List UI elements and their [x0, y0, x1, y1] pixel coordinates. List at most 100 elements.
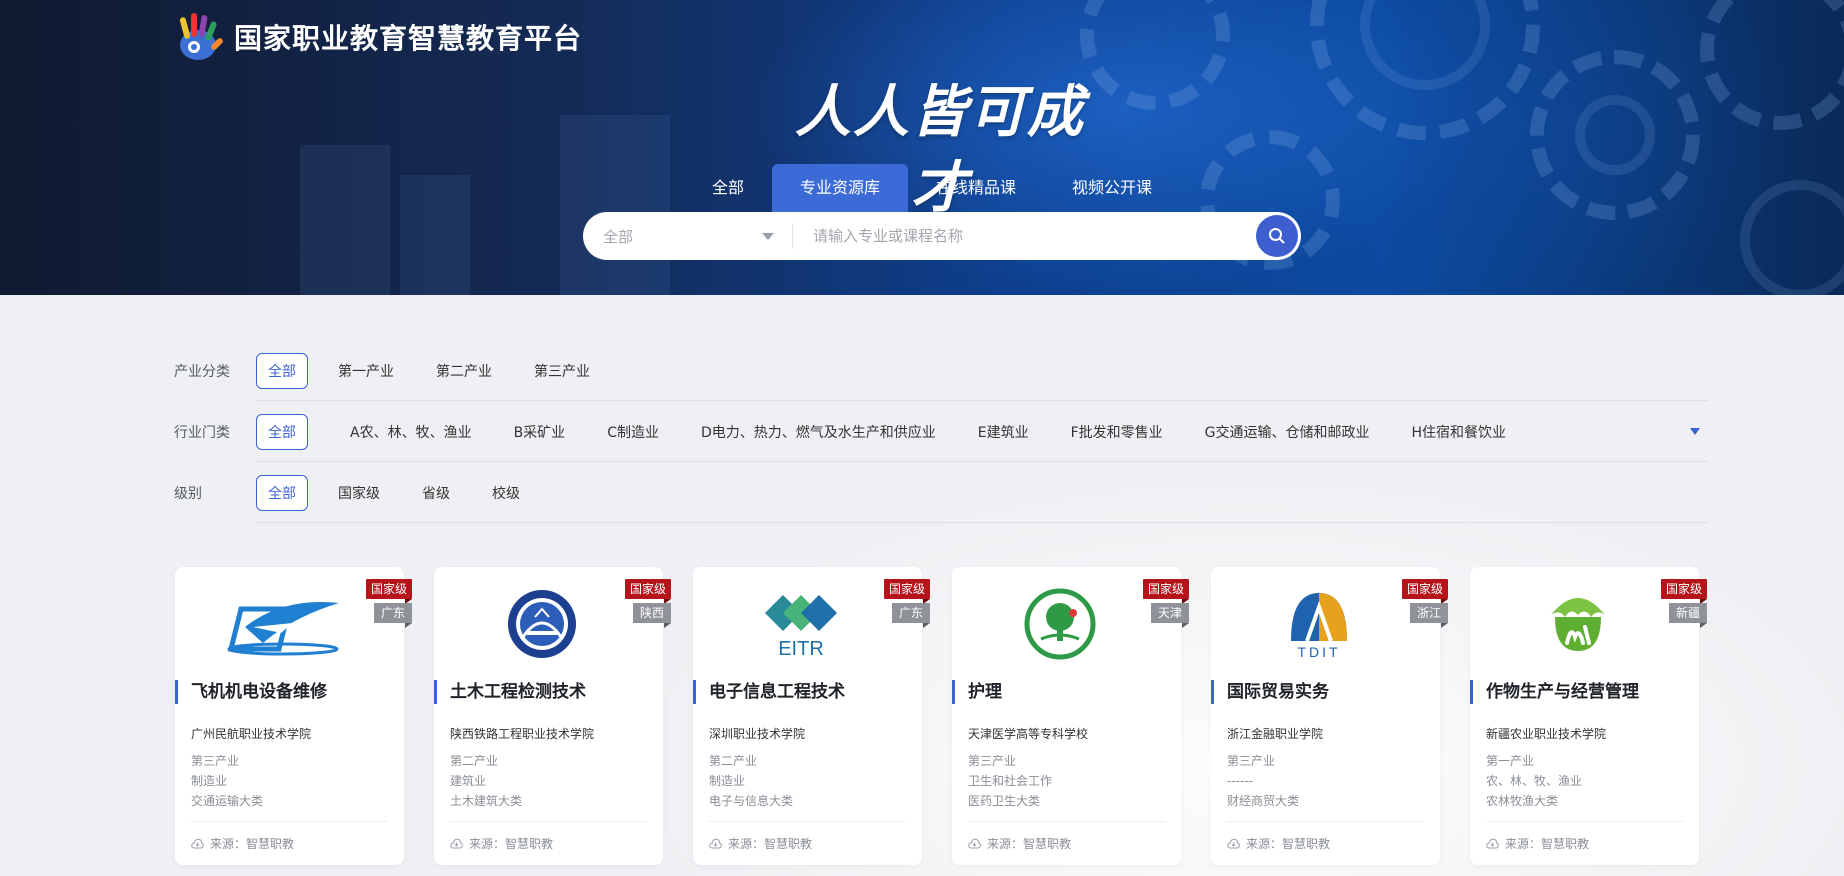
card-sector: 制造业: [191, 774, 228, 788]
filter-label: 行业门类: [174, 424, 230, 441]
cloud-icon: [1227, 838, 1240, 849]
card-divider: [450, 821, 647, 822]
filter-option[interactable]: F批发和零售业: [1071, 422, 1163, 442]
tab-online-courses[interactable]: 在线精品课: [908, 164, 1044, 212]
source-text: 来源：智慧职教: [987, 837, 1072, 851]
card-divider: [191, 821, 388, 822]
card-industry: 第三产业: [968, 754, 1017, 768]
card-title: 护理: [952, 680, 1181, 704]
site-logo[interactable]: 国家职业教育智慧教育平台: [174, 10, 582, 64]
tab-professional-resources[interactable]: 专业资源库: [772, 164, 909, 212]
card-divider: [1486, 821, 1683, 822]
search-scope-select[interactable]: 全部: [583, 212, 792, 260]
filter-option[interactable]: 省级: [422, 483, 450, 503]
card-industry: 第二产业: [450, 754, 499, 768]
filter-option-all[interactable]: 全部: [256, 474, 308, 511]
cloud-icon: [191, 838, 204, 849]
card-category: 土木建筑大类: [450, 794, 523, 808]
card-meta: 第一产业 农、林、牧、渔业 农林牧渔大类: [1486, 751, 1582, 811]
card-industry: 第三产业: [191, 754, 240, 768]
chevron-down-icon: [762, 232, 774, 240]
resource-tabs: 全部 专业资源库 在线精品课 视频公开课: [684, 164, 1180, 212]
card-school: 陕西铁路工程职业技术学院: [450, 727, 595, 741]
card-sector: 卫生和社会工作: [968, 774, 1053, 788]
level-badge: 国家级: [1401, 579, 1449, 604]
resource-card[interactable]: EITR 国家级 广东 电子信息工程技术 深圳职业技术学院 第二产业 制造业 电…: [693, 567, 931, 865]
card-sector: 农、林、牧、渔业: [1486, 774, 1583, 788]
card-title: 飞机机电设备维修: [175, 680, 404, 704]
eitr-logo-icon: EITR: [740, 585, 862, 663]
resource-card[interactable]: 国家级 新疆 作物生产与经营管理 新疆农业职业技术学院 第一产业 农、林、牧、渔…: [1470, 567, 1708, 865]
site-title: 国家职业教育智慧教育平台: [234, 22, 583, 55]
resource-card[interactable]: 国家级 广东 飞机机电设备维修 广州民航职业技术学院 第三产业 制造业 交通运输…: [175, 567, 413, 865]
filter-option[interactable]: E建筑业: [978, 422, 1029, 442]
filter-option[interactable]: G交通运输、仓储和邮政业: [1205, 422, 1370, 442]
tdit-logo-icon: TDIT: [1258, 585, 1380, 663]
card-meta: 第三产业 卫生和社会工作 医药卫生大类: [968, 751, 1052, 811]
filter-option-all[interactable]: 全部: [256, 413, 308, 450]
filter-divider: [256, 522, 1708, 523]
card-title: 电子信息工程技术: [693, 680, 922, 704]
search-input[interactable]: [793, 212, 1256, 260]
source-text: 来源：智慧职教: [1246, 837, 1331, 851]
resource-card[interactable]: 国家级 天津 护理 天津医学高等专科学校 第三产业 卫生和社会工作 医药卫生大类…: [952, 567, 1190, 865]
card-title: 土木工程检测技术: [434, 680, 663, 704]
tree-hands-emblem-icon: [999, 585, 1121, 663]
decor-pillar: [400, 175, 470, 295]
card-school: 浙江金融职业学院: [1227, 727, 1324, 741]
filter-option[interactable]: B采矿业: [514, 422, 566, 442]
cloud-icon: [450, 838, 463, 849]
filter-option[interactable]: D电力、热力、燃气及水生产和供应业: [701, 422, 936, 442]
card-meta: 第二产业 建筑业 土木建筑大类: [450, 751, 522, 811]
card-divider: [709, 821, 906, 822]
card-source: 来源：智慧职教: [191, 835, 294, 852]
decor-gear: [1740, 180, 1844, 295]
card-school: 天津医学高等专科学校: [968, 727, 1089, 741]
source-text: 来源：智慧职教: [210, 837, 295, 851]
filter-option[interactable]: 国家级: [338, 483, 380, 503]
card-school: 新疆农业职业技术学院: [1486, 727, 1607, 741]
plane-logo-icon: [222, 585, 344, 663]
level-badge: 国家级: [883, 579, 931, 604]
filter-option[interactable]: A农、林、牧、渔业: [350, 422, 472, 442]
filter-option[interactable]: 第三产业: [534, 361, 590, 381]
cloud-icon: [968, 838, 981, 849]
card-category: 农林牧渔大类: [1486, 794, 1559, 808]
card-divider: [1227, 821, 1424, 822]
filter-option[interactable]: 校级: [492, 483, 520, 503]
card-sector: 建筑业: [450, 774, 487, 788]
card-industry: 第一产业: [1486, 754, 1535, 768]
resource-card[interactable]: 国家级 陕西 土木工程检测技术 陕西铁路工程职业技术学院 第二产业 建筑业 土木…: [434, 567, 672, 865]
card-school: 深圳职业技术学院: [709, 727, 806, 741]
card-source: 来源：智慧职教: [709, 835, 812, 852]
search-button[interactable]: [1256, 215, 1298, 257]
level-badge: 国家级: [624, 579, 672, 604]
filter-option[interactable]: C制造业: [607, 422, 659, 442]
card-category: 医药卫生大类: [968, 794, 1041, 808]
card-category: 交通运输大类: [191, 794, 264, 808]
source-text: 来源：智慧职教: [1505, 837, 1590, 851]
filter-row-industry-category: 产业分类 全部 第一产业 第二产业 第三产业: [174, 340, 1708, 401]
region-badge: 广东: [373, 603, 413, 628]
filter-option[interactable]: H住宿和餐饮业: [1412, 422, 1507, 442]
card-sector: ------: [1227, 774, 1253, 788]
tab-video-courses[interactable]: 视频公开课: [1044, 164, 1180, 212]
tdit-logo-text: TDIT: [1297, 644, 1340, 660]
filter-option-all[interactable]: 全部: [256, 352, 308, 389]
filter-option[interactable]: 第一产业: [338, 361, 394, 381]
region-badge: 广东: [891, 603, 931, 628]
resource-card[interactable]: TDIT 国家级 浙江 国际贸易实务 浙江金融职业学院 第三产业 ------ …: [1211, 567, 1449, 865]
hand-logo-icon: [174, 11, 224, 63]
tab-all[interactable]: 全部: [684, 164, 772, 212]
filter-option[interactable]: 第二产业: [436, 361, 492, 381]
card-divider: [968, 821, 1165, 822]
cloud-icon: [1486, 838, 1499, 849]
level-badge: 国家级: [365, 579, 413, 604]
search-icon: [1269, 228, 1285, 244]
railway-college-seal-icon: [481, 585, 603, 663]
hero-banner: 国家职业教育智慧教育平台 人人皆可成才 全部 专业资源库 在线精品课 视频公开课…: [0, 0, 1844, 295]
filter-row-level: 级别 全部 国家级 省级 校级: [174, 462, 1708, 523]
region-badge: 天津: [1150, 603, 1190, 628]
decor-pillar: [560, 115, 670, 295]
expand-caret-icon[interactable]: [1690, 428, 1700, 435]
